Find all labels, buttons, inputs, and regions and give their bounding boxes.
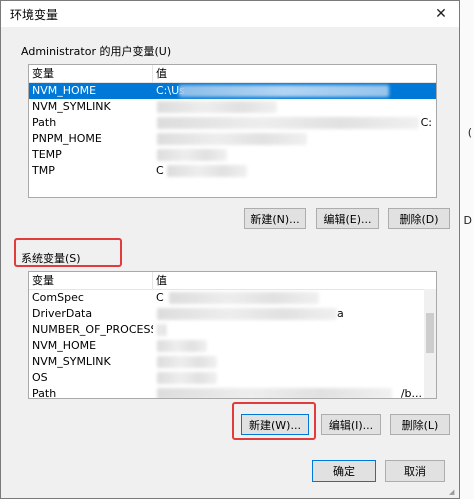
- user-new-button[interactable]: 新建(N)...: [244, 208, 306, 229]
- table-row[interactable]: ComSpec C: [29, 290, 436, 306]
- var-name: TMP: [32, 164, 55, 177]
- title-bar: 环境变量 ✕: [1, 1, 459, 27]
- redaction-blur: [169, 292, 319, 304]
- scrollbar-thumb[interactable]: [426, 313, 434, 353]
- close-icon[interactable]: ✕: [423, 1, 459, 27]
- table-row[interactable]: PNPM_HOME: [29, 131, 436, 147]
- table-row[interactable]: DriverData a: [29, 306, 436, 322]
- table-row[interactable]: OS: [29, 370, 436, 386]
- redaction-blur: [179, 85, 389, 97]
- column-header-variable[interactable]: 变量: [29, 65, 153, 82]
- column-header-value[interactable]: 值: [153, 272, 167, 289]
- var-name: NVM_HOME: [32, 84, 97, 97]
- environment-variables-dialog: 环境变量 ✕ Administrator 的用户变量(U) 变量 值 NVM_H…: [0, 0, 460, 499]
- system-edit-button[interactable]: 编辑(I)...: [321, 414, 381, 435]
- table-row[interactable]: Path /b...: [29, 386, 436, 399]
- resize-grip-icon[interactable]: ◢: [449, 488, 457, 496]
- var-name: NVM_SYMLINK: [32, 355, 111, 368]
- var-value: [153, 322, 436, 338]
- var-name: Path: [32, 116, 57, 129]
- table-row[interactable]: TMP C: [29, 163, 436, 179]
- var-name: ComSpec: [32, 291, 84, 304]
- var-name: NVM_SYMLINK: [32, 100, 111, 113]
- redaction-blur: [157, 388, 392, 398]
- ok-button[interactable]: 确定: [312, 460, 376, 482]
- user-vars-list[interactable]: 变量 值 NVM_HOME C:\Us NVM_SYMLINK Path C: …: [28, 64, 437, 198]
- cancel-button[interactable]: 取消: [385, 460, 445, 482]
- column-header-variable[interactable]: 变量: [29, 272, 153, 289]
- var-name: TEMP: [32, 148, 62, 161]
- system-vars-header: 变量 值: [29, 272, 436, 290]
- var-name: DriverData: [32, 307, 93, 320]
- user-vars-label: Administrator 的用户变量(U): [21, 45, 172, 58]
- var-name: OS: [32, 371, 48, 384]
- redaction-blur: [167, 165, 247, 177]
- background-text: (: [467, 126, 472, 139]
- redaction-blur: [157, 324, 167, 336]
- redaction-blur: [157, 149, 227, 161]
- column-header-value[interactable]: 值: [153, 65, 167, 82]
- system-delete-button[interactable]: 删除(L): [390, 414, 450, 435]
- var-name: Path: [32, 387, 57, 399]
- redaction-blur: [157, 117, 419, 129]
- table-row[interactable]: NUMBER_OF_PROCESSORS: [29, 322, 436, 338]
- user-edit-button[interactable]: 编辑(E)...: [316, 208, 379, 229]
- table-row[interactable]: NVM_HOME C:\Us: [29, 83, 436, 99]
- table-row[interactable]: TEMP: [29, 147, 436, 163]
- redaction-blur: [157, 340, 207, 352]
- system-vars-list[interactable]: 变量 值 ComSpec C DriverData a NUMBER_OF_PR…: [28, 271, 437, 399]
- redaction-blur: [157, 372, 217, 384]
- system-vars-label: 系统变量(S): [21, 252, 81, 265]
- redaction-blur: [157, 101, 277, 113]
- user-vars-header: 变量 值: [29, 65, 436, 83]
- var-name: NVM_HOME: [32, 339, 97, 352]
- system-new-button[interactable]: 新建(W)...: [241, 414, 309, 435]
- table-row[interactable]: Path C:: [29, 115, 436, 131]
- redaction-blur: [157, 308, 337, 320]
- background-window-edge: [459, 0, 474, 499]
- window-title: 环境变量: [10, 7, 59, 22]
- var-name: NUMBER_OF_PROCESSORS: [32, 323, 153, 336]
- system-vars-scrollbar[interactable]: [424, 289, 436, 398]
- var-name: PNPM_HOME: [32, 132, 102, 145]
- user-delete-button[interactable]: 删除(D): [388, 208, 450, 229]
- table-row[interactable]: NVM_SYMLINK: [29, 99, 436, 115]
- table-row[interactable]: NVM_SYMLINK: [29, 354, 436, 370]
- redaction-blur: [157, 356, 217, 368]
- table-row[interactable]: NVM_HOME: [29, 338, 436, 354]
- background-text: D: [463, 214, 472, 227]
- redaction-blur: [157, 133, 307, 145]
